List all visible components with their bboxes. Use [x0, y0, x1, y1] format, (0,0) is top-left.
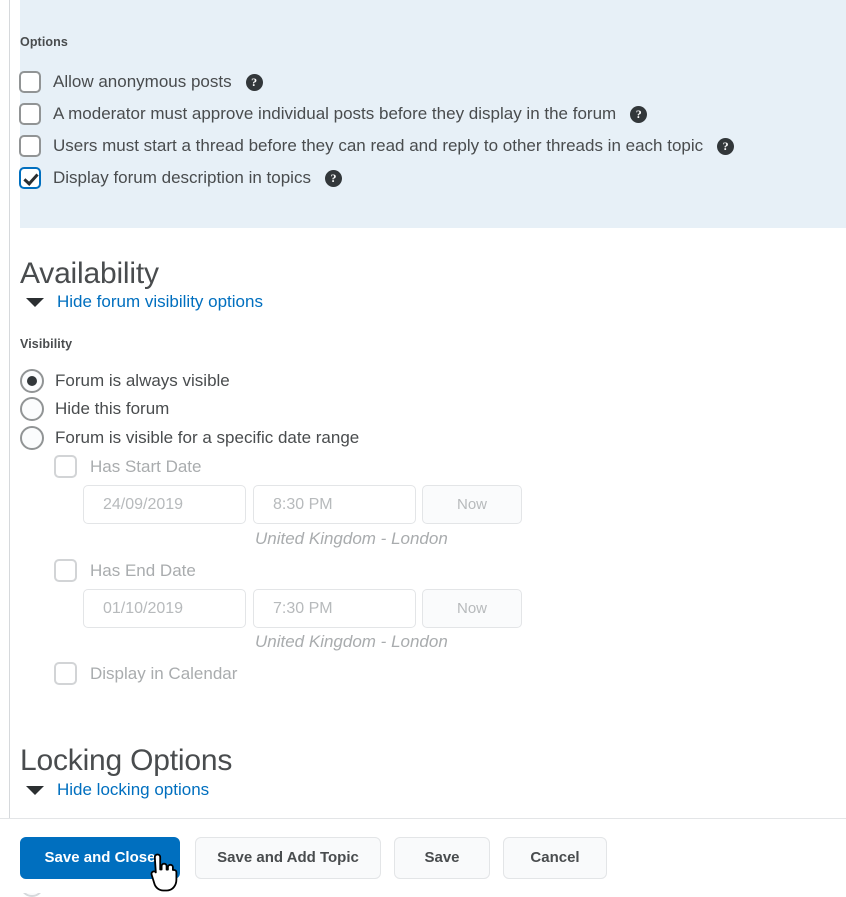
radio-forum-always-visible[interactable]: Forum is always visible: [20, 369, 230, 393]
moderator-approve-posts-checkbox[interactable]: [19, 103, 41, 125]
has-start-date-checkbox[interactable]: [54, 455, 77, 478]
end-timezone-note: United Kingdom - London: [255, 632, 448, 651]
end-time-input[interactable]: 7:30 PM: [253, 589, 416, 628]
display-in-calendar-label: Display in Calendar: [90, 663, 238, 683]
start-now-button[interactable]: Now: [422, 485, 522, 524]
hide-this-forum-radio[interactable]: [20, 397, 44, 421]
forum-date-range-radio[interactable]: [20, 426, 44, 450]
has-end-date-label: Has End Date: [90, 560, 196, 580]
moderator-approve-posts-label: A moderator must approve individual post…: [53, 104, 617, 123]
save-and-add-topic-button[interactable]: Save and Add Topic: [195, 837, 381, 879]
start-date-fields: 24/09/2019 8:30 PM Now: [83, 485, 522, 524]
allow-anonymous-posts-checkbox[interactable]: [19, 71, 41, 93]
users-must-start-thread-label: Users must start a thread before they ca…: [53, 136, 704, 155]
options-section-label: Options: [20, 35, 68, 49]
hide-forum-visibility-options-toggle[interactable]: Hide forum visibility options: [26, 292, 263, 312]
forum-date-range-label: Forum is visible for a specific date ran…: [55, 428, 360, 447]
help-icon[interactable]: ?: [324, 169, 342, 187]
end-now-button[interactable]: Now: [422, 589, 522, 628]
forum-always-visible-label: Forum is always visible: [55, 371, 230, 390]
save-button[interactable]: Save: [394, 837, 490, 879]
option-allow-anonymous-posts[interactable]: Allow anonymous posts ?: [19, 69, 263, 95]
cancel-button[interactable]: Cancel: [503, 837, 607, 879]
availability-heading: Availability: [20, 256, 159, 290]
has-start-date-row[interactable]: Has Start Date: [54, 455, 202, 478]
save-and-close-button[interactable]: Save and Close: [20, 837, 180, 879]
display-in-calendar-row[interactable]: Display in Calendar: [54, 662, 237, 685]
start-time-input[interactable]: 8:30 PM: [253, 485, 416, 524]
forum-always-visible-radio[interactable]: [20, 369, 44, 393]
help-icon[interactable]: ?: [245, 73, 263, 91]
radio-forum-date-range[interactable]: Forum is visible for a specific date ran…: [20, 426, 359, 450]
hide-this-forum-label: Hide this forum: [55, 399, 170, 418]
end-date-fields: 01/10/2019 7:30 PM Now: [83, 589, 522, 628]
has-start-date-label: Has Start Date: [90, 456, 202, 476]
hide-locking-options-toggle[interactable]: Hide locking options: [26, 780, 209, 800]
display-forum-description-label: Display forum description in topics: [53, 168, 311, 187]
form-scroll-area[interactable]: Options Allow anonymous posts ? A modera…: [0, 0, 846, 818]
display-in-calendar-checkbox[interactable]: [54, 662, 77, 685]
option-moderator-approve-posts[interactable]: A moderator must approve individual post…: [19, 101, 648, 127]
help-icon[interactable]: ?: [717, 137, 735, 155]
option-users-must-start-thread[interactable]: Users must start a thread before they ca…: [19, 133, 735, 159]
options-panel: Options Allow anonymous posts ? A modera…: [19, 0, 846, 228]
chevron-down-icon: [26, 297, 44, 307]
start-timezone-note: United Kingdom - London: [255, 529, 448, 548]
hide-forum-visibility-options-label: Hide forum visibility options: [57, 292, 263, 311]
has-end-date-row[interactable]: Has End Date: [54, 559, 196, 582]
visibility-section-label: Visibility: [20, 337, 73, 351]
form-action-footer: Save and Close Save and Add Topic Save C…: [0, 818, 846, 893]
end-date-input[interactable]: 01/10/2019: [83, 589, 246, 628]
chevron-down-icon: [26, 785, 44, 795]
option-display-forum-description[interactable]: Display forum description in topics ?: [19, 165, 342, 191]
locking-options-heading: Locking Options: [20, 743, 233, 777]
start-date-input[interactable]: 24/09/2019: [83, 485, 246, 524]
users-must-start-thread-checkbox[interactable]: [19, 135, 41, 157]
has-end-date-checkbox[interactable]: [54, 559, 77, 582]
radio-hide-this-forum[interactable]: Hide this forum: [20, 397, 169, 421]
allow-anonymous-posts-label: Allow anonymous posts: [53, 72, 232, 91]
display-forum-description-checkbox[interactable]: [19, 167, 41, 189]
hide-locking-options-label: Hide locking options: [57, 780, 210, 799]
help-icon[interactable]: ?: [630, 105, 648, 123]
